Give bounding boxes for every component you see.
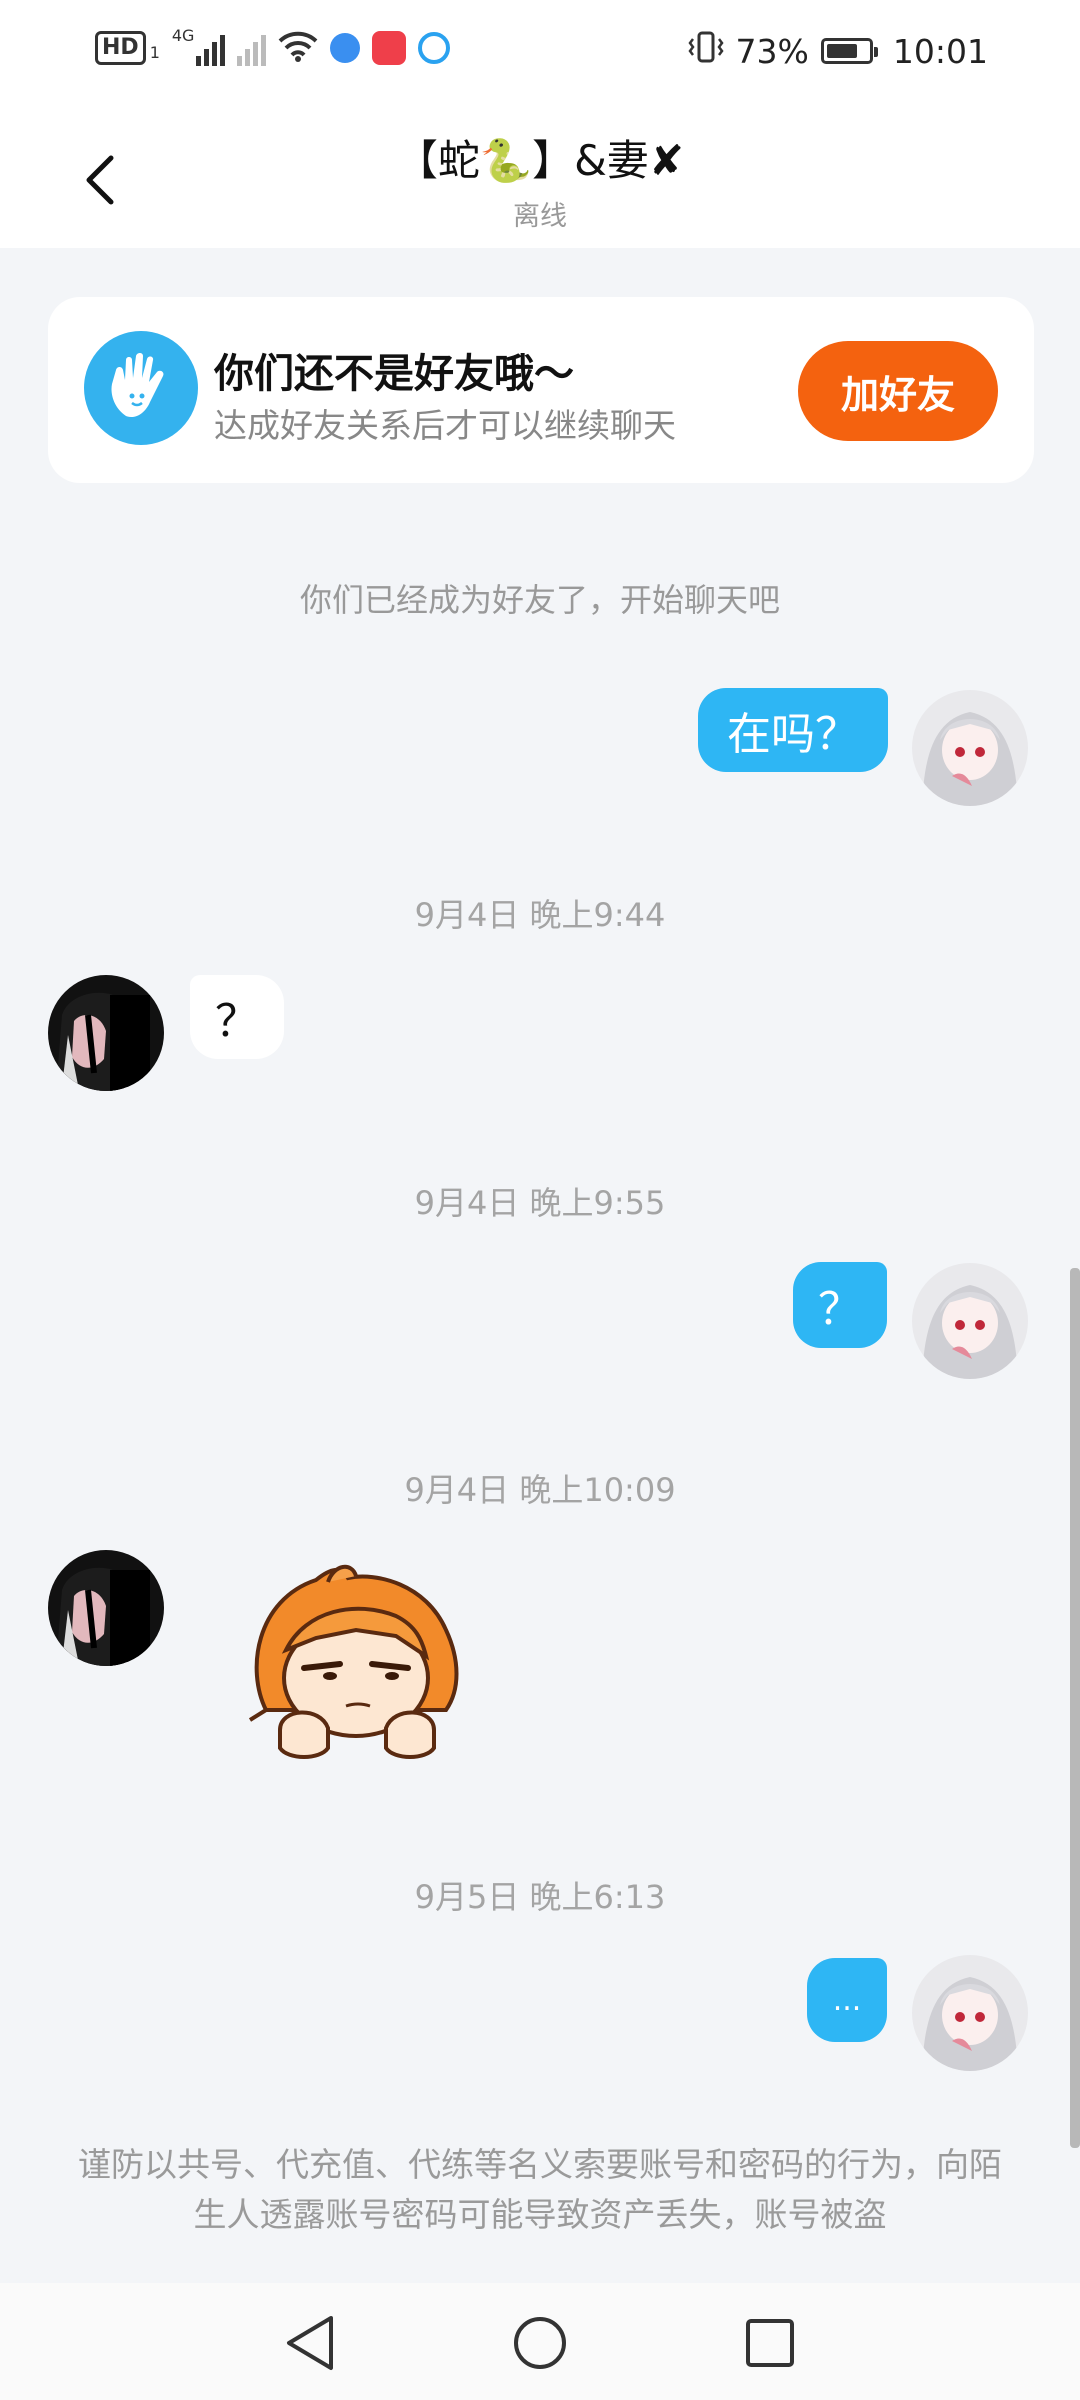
my-avatar[interactable] (912, 690, 1028, 806)
triangle-back-icon (287, 2316, 333, 2370)
contact-avatar[interactable] (48, 975, 164, 1091)
clock: 10:01 (892, 31, 988, 71)
vibrate-icon (687, 30, 724, 72)
square-recents-icon (746, 2319, 794, 2367)
wave-hand-icon (84, 331, 198, 445)
message-bubble-out[interactable]: ... (807, 1958, 887, 2042)
nav-back-button[interactable] (278, 2311, 342, 2375)
message-timestamp: 9月5日 晚上6:13 (414, 1878, 666, 1916)
not-friend-banner: 你们还不是好友哦～ 达成好友关系后才可以继续聊天 加好友 (48, 297, 1034, 483)
message-bubble-in[interactable]: ？ (190, 975, 284, 1059)
hd-icon: HD (95, 31, 146, 65)
sticker-message[interactable] (236, 1560, 486, 1780)
battery-icon (820, 38, 878, 64)
network-label: 4G (171, 26, 195, 45)
banner-title: 你们还不是好友哦～ (214, 351, 574, 397)
qq-browser-app-icon (418, 32, 451, 64)
status-icons-left: HD 1 4G (95, 26, 451, 66)
chat-title: 【蛇🐍】&妻✘ (395, 136, 685, 185)
appgallery-app-icon (372, 31, 407, 65)
message-timestamp: 9月4日 晚上9:55 (414, 1184, 666, 1222)
status-bar: HD 1 4G 73% 10:01 (0, 0, 1080, 105)
status-icons-right: 73% 10:01 (687, 30, 988, 72)
battery-percent: 73% (735, 31, 809, 71)
scrollbar[interactable] (1070, 1268, 1080, 2148)
chat-header: 【蛇🐍】&妻✘ 离线 (0, 105, 1080, 248)
my-avatar[interactable] (912, 1955, 1028, 2071)
add-friend-button[interactable]: 加好友 (798, 341, 998, 441)
my-avatar[interactable] (912, 1263, 1028, 1379)
contact-avatar[interactable] (48, 1550, 164, 1666)
message-bubble-out[interactable]: ？ (793, 1262, 887, 1348)
system-message: 你们已经成为好友了，开始聊天吧 (299, 581, 780, 619)
message-bubble-out[interactable]: 在吗？ (698, 688, 888, 772)
circle-home-icon (514, 2317, 566, 2369)
title-block[interactable]: 【蛇🐍】&妻✘ 离线 (0, 127, 1080, 233)
orange-hair-girl-sticker (248, 1565, 459, 1759)
online-status: 离线 (513, 201, 567, 232)
wifi-icon (278, 30, 318, 66)
security-warning: 谨防以共号、代充值、代练等名义索要账号和密码的行为，向陌生人透露账号密码可能导致… (78, 2145, 1002, 2234)
message-timestamp: 9月4日 晚上9:44 (414, 896, 666, 934)
system-nav-bar (0, 2283, 1080, 2400)
nav-home-button[interactable] (508, 2311, 572, 2375)
message-timestamp: 9月4日 晚上10:09 (404, 1471, 676, 1509)
nav-recents-button[interactable] (738, 2311, 802, 2375)
banner-description: 达成好友关系后才可以继续聊天 (214, 406, 676, 445)
browser-app-icon (330, 33, 361, 63)
sim-label: 1 (149, 42, 160, 62)
signal-icon (196, 30, 226, 66)
signal-off-icon (237, 30, 267, 66)
